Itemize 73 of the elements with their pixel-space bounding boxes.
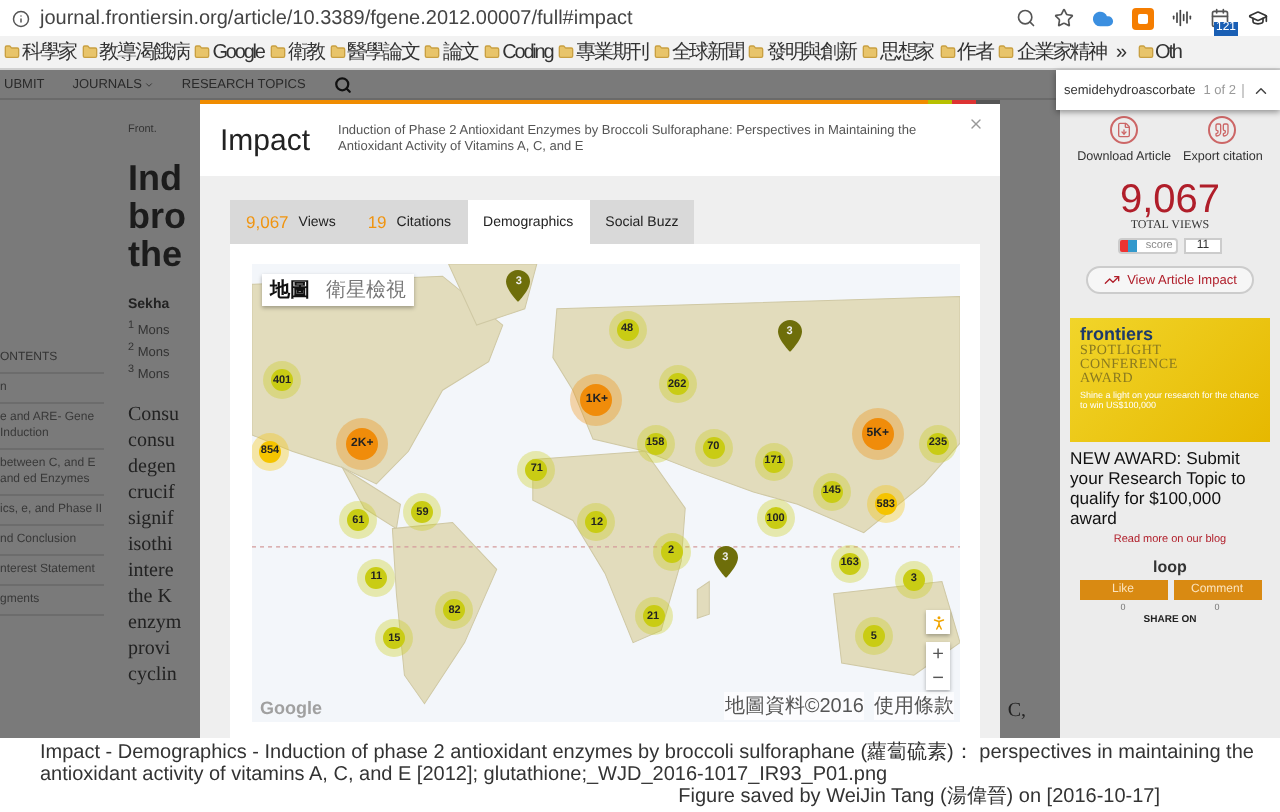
body-text: C, (1007, 700, 1026, 722)
zoom-in-button[interactable]: + (926, 642, 950, 666)
bookmark-item[interactable]: Oth (1137, 41, 1181, 63)
address-field[interactable]: journal.frontiersin.org/article/10.3389/fgene.2012.00007/full#impact (40, 7, 633, 29)
bookmark-item[interactable]: 醫學論文 (329, 38, 419, 66)
folder-icon (748, 44, 765, 60)
more-bookmarks-button[interactable]: » (1111, 41, 1132, 63)
body-text: signif (128, 506, 176, 533)
figure-caption: Impact - Demographics - Induction of phase 2 antioxidant enzymes by broccoli sulforaphane (蘿蔔硫素)： perspectives in maintaining the antioxidant activity of vitamins A, C, and E [2012]; glutathione;_WJD_2016-1017_IR93_P01.png (40, 742, 1256, 786)
info-icon[interactable] (12, 9, 30, 27)
article-title: bro (128, 198, 188, 236)
article-title: Ind (128, 160, 184, 198)
map-type-button[interactable]: 衛星檢視 (318, 274, 414, 306)
quote-icon (1208, 116, 1237, 144)
body-text: provi (128, 636, 173, 663)
bookmark-item[interactable]: 教導渴餓病 (81, 38, 189, 66)
bookmark-item[interactable]: 專業期刊 (558, 38, 648, 66)
blog-icon[interactable] (1132, 7, 1154, 29)
search-icon[interactable] (333, 75, 352, 93)
article-title: the (128, 236, 184, 274)
folder-icon (998, 44, 1015, 60)
folder-icon (653, 44, 670, 60)
map-type-button[interactable]: 地圖 (262, 274, 318, 306)
close-icon (968, 116, 984, 132)
folder-icon (939, 44, 956, 60)
bookmark-item[interactable]: 論文 (424, 38, 479, 66)
bookmark-item[interactable]: 全球新聞 (653, 38, 743, 66)
star-icon[interactable] (1054, 8, 1074, 28)
folder-icon (484, 44, 501, 60)
folder-icon (4, 44, 20, 60)
caret-icon (143, 79, 154, 89)
body-text: Consu (128, 402, 182, 429)
bookmark-item[interactable]: 企業家精神 (998, 38, 1106, 66)
body-text: crucif (128, 480, 177, 507)
folder-icon (558, 44, 575, 60)
bookmark-item[interactable]: 作者 (939, 38, 993, 66)
bookmark-item[interactable]: Coding (484, 41, 553, 63)
terms-link[interactable]: 使用條款 (874, 692, 954, 720)
bookmark-item[interactable]: 科學家 (4, 38, 76, 66)
document-icon (1110, 116, 1139, 144)
body-text: isothi (128, 532, 175, 559)
folder-icon (269, 44, 286, 60)
loop-logo: loop (1153, 558, 1187, 576)
folder-icon (81, 44, 98, 60)
map-attribution: 地圖資料©2016 (724, 692, 864, 720)
close-button[interactable] (968, 116, 984, 132)
folder-icon (194, 44, 211, 60)
bookmark-item[interactable]: Google (194, 41, 264, 63)
body-text: intere (128, 558, 176, 585)
sound-wave-icon[interactable] (1172, 8, 1192, 28)
person-icon (929, 613, 947, 631)
body-text: enzym (128, 610, 184, 637)
folder-icon (329, 44, 346, 60)
zoom-out-button[interactable]: − (926, 666, 950, 690)
map-logo: Google (260, 698, 322, 718)
line-chart-icon (1103, 272, 1120, 288)
graduation-cap-icon[interactable] (1248, 8, 1268, 28)
bookmark-item[interactable]: 發明與創新 (748, 38, 856, 66)
views-count: 9,067 (1119, 180, 1221, 220)
dialog-title: Impact (220, 123, 311, 157)
body-text: cyclin (128, 662, 179, 689)
bookmark-item[interactable]: 衛教 (269, 38, 324, 66)
body-text: the K (128, 584, 174, 611)
figure-credit: Figure saved by WeiJin Tang (湯偉晉) on [2016-10-17] (678, 786, 1160, 808)
body-text: degen (128, 454, 178, 481)
body-text: consu (128, 428, 177, 455)
folder-icon (424, 44, 441, 60)
folder-icon (861, 44, 878, 60)
bookmark-item[interactable]: 思想家 (861, 38, 934, 66)
award-headline: NEW AWARD: Submit your Research Topic to qualify for $100,000 award (1070, 448, 1248, 528)
folder-icon (1137, 44, 1154, 60)
cloud-icon[interactable] (1092, 7, 1114, 29)
search-icon[interactable] (1016, 8, 1036, 28)
